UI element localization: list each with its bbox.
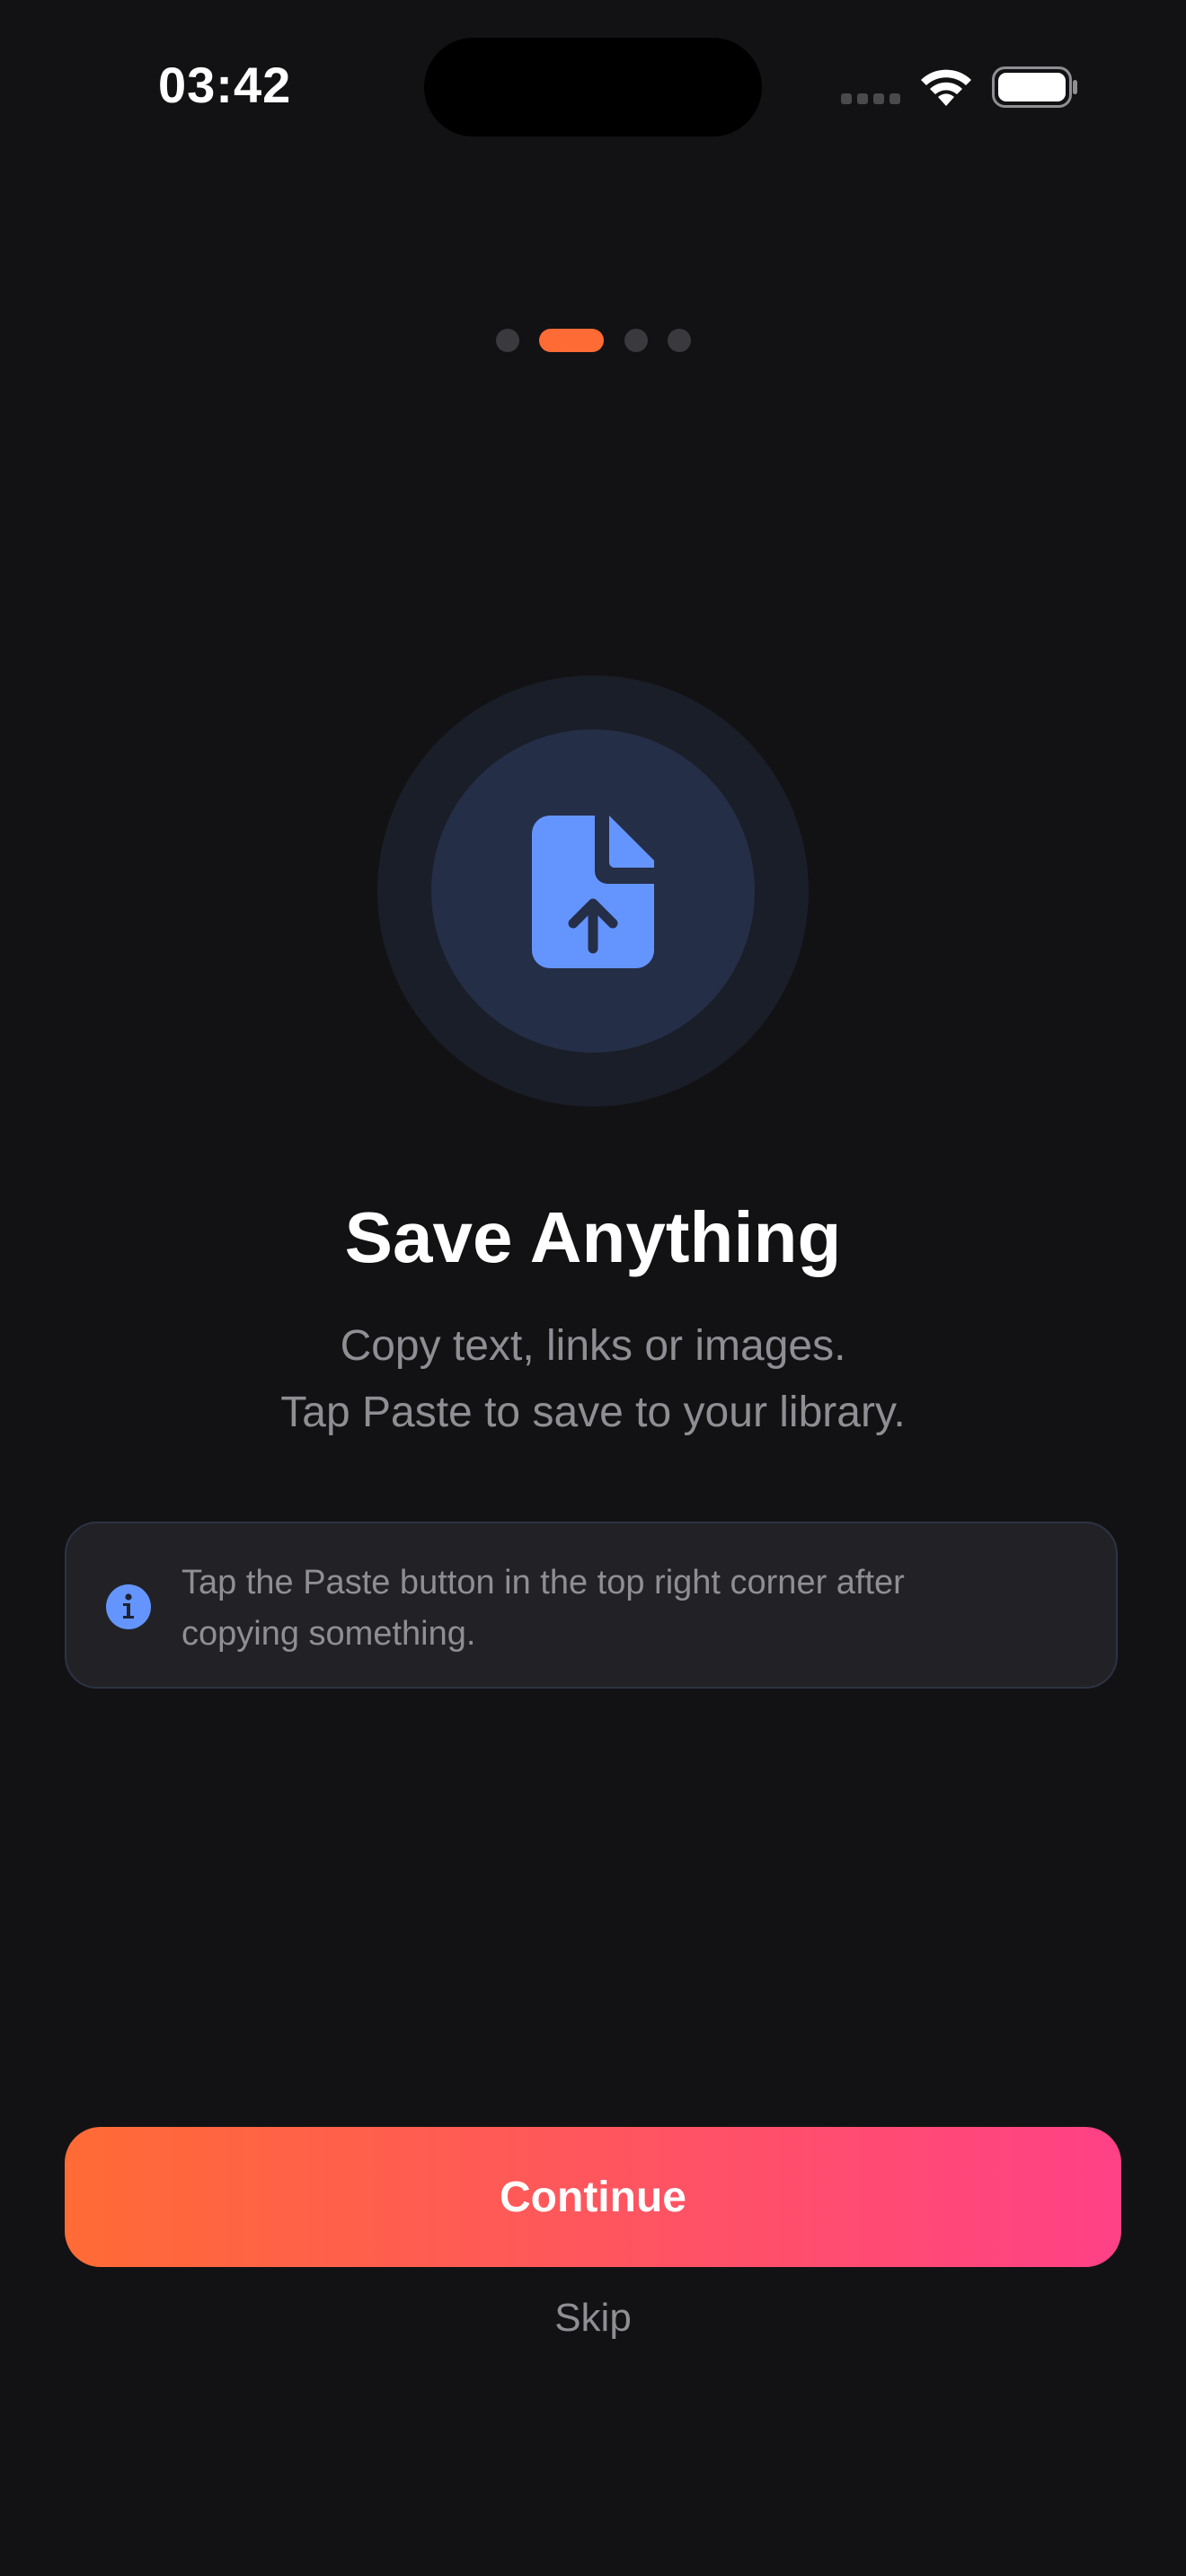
cellular-signal-icon [841,93,902,106]
page-dot-1[interactable] [496,329,519,352]
document-upload-icon [532,816,654,968]
hero-inner-circle [431,729,755,1053]
page-title: Save Anything [344,1197,842,1277]
dynamic-island [424,38,762,137]
subtitle-line-1: Copy text, links or images. [340,1322,846,1370]
page-dot-3[interactable] [624,329,648,352]
page-indicator [0,329,1186,352]
info-text-line-2: copying something. [181,1615,476,1653]
info-text-line-1: Tap the Paste button in the top right co… [181,1564,905,1601]
status-time: 03:42 [158,57,292,113]
wifi-icon [921,69,971,106]
page-dot-2-active[interactable] [539,329,604,352]
page-dot-4[interactable] [668,329,691,352]
page-subtitle: Copy text, links or images. Tap Paste to… [0,1313,1186,1446]
hero-illustration [377,675,809,1107]
continue-button[interactable]: Continue [65,2127,1121,2267]
skip-button[interactable]: Skip [503,2296,683,2341]
status-bar: 03:42 [0,0,1186,180]
info-callout: Tap the Paste button in the top right co… [65,1522,1118,1689]
info-text: Tap the Paste button in the top right co… [181,1557,1080,1660]
subtitle-line-2: Tap Paste to save to your library. [280,1389,906,1436]
info-icon [106,1584,151,1629]
battery-icon [992,66,1077,108]
